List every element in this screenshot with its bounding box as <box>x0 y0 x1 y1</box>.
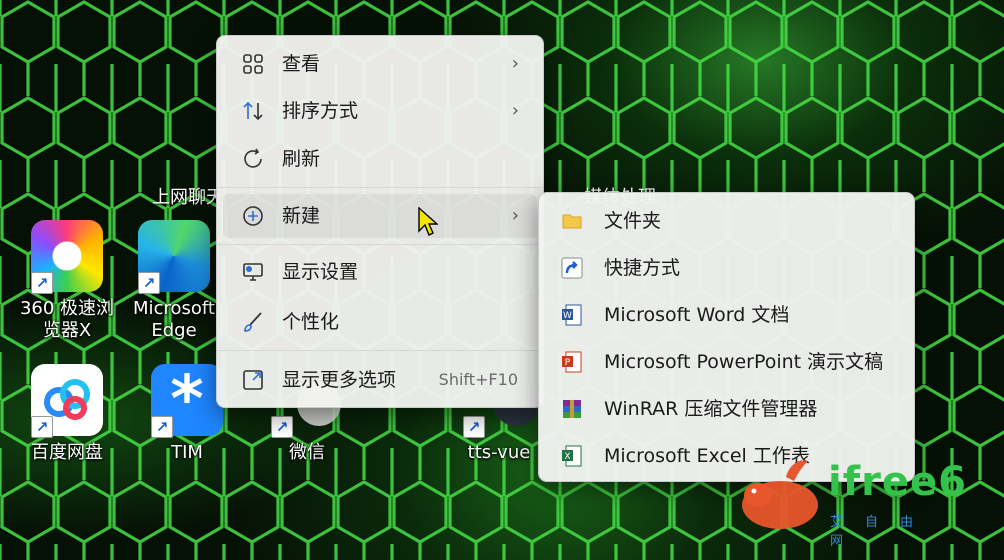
menu-item-new[interactable]: 新建 › <box>223 194 537 238</box>
desktop-icon-label: Microsoft Edge <box>133 298 215 341</box>
menu-item-personalize[interactable]: 个性化 <box>223 300 537 344</box>
mouse-cursor-icon <box>418 207 438 236</box>
menu-separator <box>217 187 543 188</box>
svg-text:X: X <box>564 452 570 462</box>
watermark-logo: ifree6 艾自由网 <box>728 455 968 549</box>
shortcut-overlay-icon: ↗ <box>271 416 293 438</box>
tim-icon: * ↗ <box>151 364 223 438</box>
edge-icon: ↗ <box>138 220 210 294</box>
watermark-brand: ifree6 <box>828 459 967 505</box>
shortcut-overlay-icon: ↗ <box>31 272 53 294</box>
menu-item-display-settings[interactable]: 显示设置 <box>223 250 537 294</box>
menu-item-label: 个性化 <box>282 311 340 333</box>
svg-text:P: P <box>565 358 571 368</box>
svg-text:W: W <box>563 311 572 321</box>
desktop-icon-label: 百度网盘 <box>31 442 103 463</box>
submenu-item-powerpoint[interactable]: P Microsoft PowerPoint 演示文稿 <box>545 339 908 385</box>
shortcut-overlay-icon: ↗ <box>151 416 173 438</box>
submenu-item-label: Microsoft Word 文档 <box>604 304 790 326</box>
submenu-item-label: 快捷方式 <box>604 257 681 279</box>
more-options-icon <box>243 370 263 390</box>
menu-item-label: 刷新 <box>282 148 321 170</box>
menu-item-sort[interactable]: 排序方式 › <box>223 89 537 133</box>
folder-icon <box>562 214 582 229</box>
menu-item-show-more-options[interactable]: 显示更多选项 Shift+F10 <box>223 358 537 402</box>
shortcut-overlay-icon: ↗ <box>138 272 160 294</box>
watermark-subtitle: 艾自由网 <box>830 515 936 549</box>
menu-separator <box>217 350 543 351</box>
menu-item-label: 显示设置 <box>282 261 359 283</box>
chevron-right-icon: › <box>511 205 519 226</box>
shortcut-hint: Shift+F10 <box>438 370 518 389</box>
baidu-netdisk-icon: ↗ <box>31 364 103 438</box>
shortcut-overlay-icon: ↗ <box>31 416 53 438</box>
menu-item-view[interactable]: 查看 › <box>223 42 537 86</box>
menu-item-label: 查看 <box>282 53 321 75</box>
desktop-icon-360-browser[interactable]: ↗ 360 极速浏览器X <box>12 220 122 342</box>
submenu-item-winrar[interactable]: WinRAR 压缩文件管理器 <box>545 386 908 432</box>
new-plus-icon <box>243 206 263 226</box>
excel-icon: X <box>562 445 582 467</box>
menu-item-refresh[interactable]: 刷新 <box>223 137 537 181</box>
desktop-icon-label: TIM <box>171 442 203 463</box>
desktop-icon-label-top: 上网聊天 <box>152 187 224 208</box>
shortcut-icon <box>561 257 583 279</box>
brush-icon <box>244 312 262 332</box>
display-icon <box>243 263 263 281</box>
desktop-icon-baidu-netdisk[interactable]: ↗ 百度网盘 <box>12 364 122 464</box>
submenu-item-shortcut[interactable]: 快捷方式 <box>545 245 908 291</box>
menu-separator <box>217 244 543 245</box>
submenu-item-word[interactable]: W Microsoft Word 文档 <box>545 292 908 338</box>
menu-item-label: 显示更多选项 <box>282 369 397 391</box>
submenu-item-label: 文件夹 <box>604 210 662 232</box>
chevron-right-icon: › <box>511 100 519 121</box>
desktop-icon-label: 微信 <box>289 442 325 463</box>
sort-icon <box>243 101 263 121</box>
360-browser-icon: ↗ <box>31 220 103 294</box>
refresh-icon <box>244 148 262 168</box>
submenu-item-label: Microsoft PowerPoint 演示文稿 <box>604 351 884 373</box>
shortcut-overlay-icon: ↗ <box>463 416 485 438</box>
new-submenu: 文件夹 快捷方式 W Microsoft Word 文档 P Microsoft… <box>538 192 915 482</box>
rabbit-logo-icon <box>742 460 818 529</box>
chevron-right-icon: › <box>511 53 519 74</box>
powerpoint-icon: P <box>562 351 582 373</box>
submenu-item-folder[interactable]: 文件夹 <box>545 198 908 244</box>
desktop-icon-edge[interactable]: ↗ Microsoft Edge <box>132 220 216 342</box>
menu-item-label: 排序方式 <box>282 100 359 122</box>
desktop-icon-label: 360 极速浏览器X <box>19 298 115 341</box>
desktop-context-menu: 查看 › 排序方式 › 刷新 新建 › 显示设置 个性化 显示更多选项 Shif… <box>216 35 544 408</box>
menu-item-label: 新建 <box>282 205 321 227</box>
winrar-icon <box>563 400 581 418</box>
submenu-item-label: WinRAR 压缩文件管理器 <box>604 398 818 420</box>
grid-icon <box>243 54 263 74</box>
word-icon: W <box>562 304 582 326</box>
